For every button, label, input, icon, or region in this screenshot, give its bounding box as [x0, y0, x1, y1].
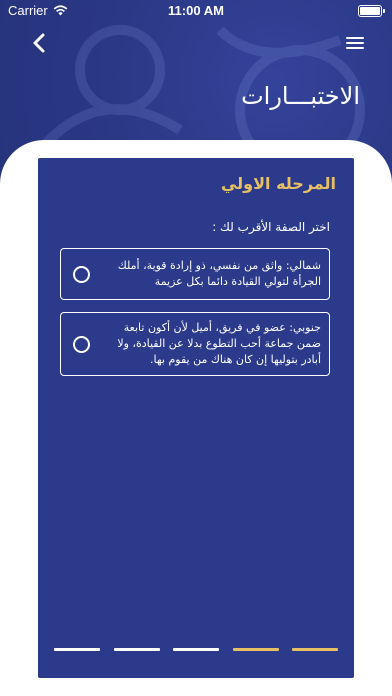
- answer-option-north[interactable]: شمالي: واثق من نفسي، ذو إرادة قوية، أملك…: [60, 248, 330, 300]
- answer-option-text: جنوبي: عضو في فريق، أميل لأن أكون تابعة …: [117, 321, 321, 366]
- battery-icon: [358, 5, 385, 17]
- menu-button[interactable]: [342, 30, 368, 56]
- progress-segment-completed: [292, 648, 338, 651]
- hamburger-icon: [346, 37, 364, 49]
- chevron-left-icon: [33, 33, 45, 53]
- status-time: 11:00 AM: [168, 3, 224, 18]
- answer-option-south[interactable]: جنوبي: عضو في فريق، أميل لأن أكون تابعة …: [60, 312, 330, 376]
- progress-segment-pending: [54, 648, 100, 651]
- progress-indicator: [54, 648, 338, 652]
- status-bar: Carrier 11:00 AM: [0, 0, 392, 22]
- answer-option-text: شمالي: واثق من نفسي، ذو إرادة قوية، أملك…: [117, 259, 321, 288]
- page-title: الاختبـــارات: [241, 82, 360, 110]
- question-text: اختر الصفة الأقرب لك :: [212, 220, 330, 234]
- radio-button[interactable]: [73, 335, 90, 353]
- progress-segment-pending: [173, 648, 219, 651]
- progress-segment-pending: [113, 648, 160, 651]
- stage-title: المرحله الاولي: [220, 174, 336, 193]
- progress-segment-completed: [232, 648, 279, 651]
- radio-button[interactable]: [73, 265, 90, 283]
- quiz-card: المرحله الاولي اختر الصفة الأقرب لك : شم…: [38, 158, 354, 678]
- back-button[interactable]: [24, 28, 54, 58]
